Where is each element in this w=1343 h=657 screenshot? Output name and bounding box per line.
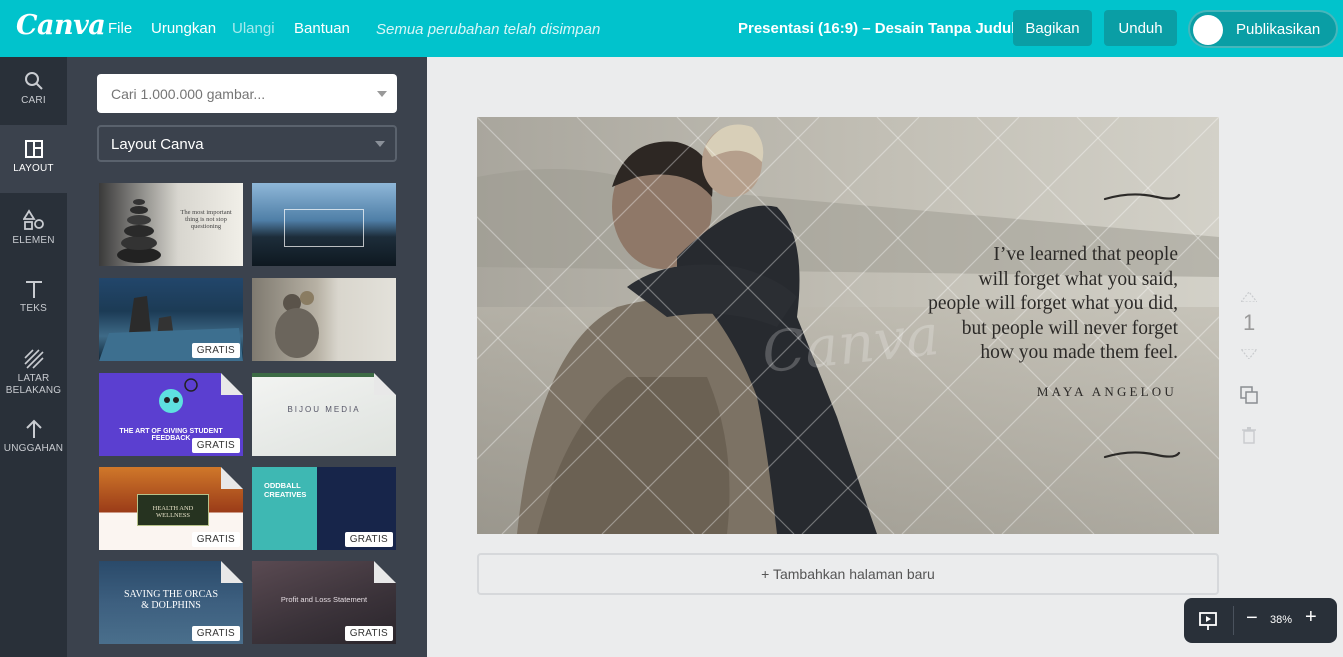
move-page-down-icon[interactable] xyxy=(1241,349,1257,359)
undo-button[interactable]: Urungkan xyxy=(151,20,216,37)
free-badge: GRATIS xyxy=(344,626,393,641)
layout-panel: Layout Canva The most important thing is… xyxy=(67,57,427,657)
layout-filter-select[interactable]: Layout Canva xyxy=(97,125,397,162)
thumbnail-caption: ODDBALL CREATIVES xyxy=(264,481,307,499)
thumbnail-caption: HEALTH AND WELLNESS xyxy=(152,505,194,519)
quote-line[interactable]: but people will never forget xyxy=(962,318,1178,340)
free-badge: GRATIS xyxy=(191,438,240,453)
move-page-up-icon[interactable] xyxy=(1241,292,1257,302)
menu-file[interactable]: File xyxy=(108,20,132,37)
page-curl xyxy=(221,561,243,583)
rail-text-label: TEKS xyxy=(20,303,47,314)
upload-icon xyxy=(25,419,42,438)
rail-layout[interactable]: LAYOUT xyxy=(0,125,67,193)
elements-icon xyxy=(22,209,44,230)
publish-button[interactable]: Publikasikan xyxy=(1188,10,1338,48)
quote-author[interactable]: MAYA ANGELOU xyxy=(1037,384,1177,400)
slide-canvas[interactable]: Canva I’ve learned that people will forg… xyxy=(477,117,1219,534)
layout-icon xyxy=(24,140,43,158)
rail-layout-label: LAYOUT xyxy=(13,163,54,174)
menu-help[interactable]: Bantuan xyxy=(294,20,350,37)
rail-background-label: LATAR BELAKANG xyxy=(5,373,62,396)
free-badge: GRATIS xyxy=(191,532,240,547)
background-icon xyxy=(23,349,44,369)
layout-thumbnail[interactable]: SAVING THE ORCAS & DOLPHINS GRATIS xyxy=(99,561,243,644)
zoom-out-button[interactable]: − xyxy=(1246,607,1258,630)
chevron-down-icon xyxy=(377,91,387,97)
layout-thumbnail[interactable]: GRATIS xyxy=(99,278,243,361)
image-search-input[interactable] xyxy=(97,74,397,113)
rail-background[interactable]: LATAR BELAKANG xyxy=(0,335,67,403)
thumbnail-caption: The most important thing is not stop que… xyxy=(180,209,232,230)
free-badge: GRATIS xyxy=(191,626,240,641)
page-curl xyxy=(221,467,243,489)
layout-thumbnail[interactable]: The most important thing is not stop que… xyxy=(99,183,243,266)
save-status: Semua perubahan telah disimpan xyxy=(376,21,601,38)
rail-search[interactable]: CARI xyxy=(0,57,67,125)
publish-toggle-knob xyxy=(1193,15,1223,45)
top-bar: Canva File Urungkan Ulangi Bantuan Semua… xyxy=(0,0,1343,57)
layout-thumbnail[interactable] xyxy=(252,183,396,266)
layout-thumbnail[interactable]: HEALTH AND WELLNESS GRATIS xyxy=(99,467,243,550)
free-badge: GRATIS xyxy=(344,532,393,547)
rail-text[interactable]: TEKS xyxy=(0,265,67,333)
page-curl xyxy=(221,373,243,395)
duplicate-page-icon[interactable] xyxy=(1240,386,1259,405)
publish-label: Publikasikan xyxy=(1236,21,1321,38)
layout-thumbnail[interactable]: BIJOU MEDIA xyxy=(252,373,396,456)
download-button[interactable]: Unduh xyxy=(1104,10,1177,46)
zoom-toolbar: − 38% + xyxy=(1184,598,1337,643)
quote-line[interactable]: how you made them feel. xyxy=(980,342,1178,364)
add-page-button[interactable]: + Tambahkan halaman baru xyxy=(477,553,1219,595)
free-badge: GRATIS xyxy=(191,343,240,358)
layout-filter-value: Layout Canva xyxy=(111,136,204,153)
rail-uploads-label: UNGGAHAN xyxy=(3,443,64,454)
zoom-in-button[interactable]: + xyxy=(1305,606,1317,629)
page-number: 1 xyxy=(1243,310,1256,335)
quote-line[interactable]: I’ve learned that people xyxy=(993,244,1178,266)
quote-line[interactable]: people will forget what you did, xyxy=(928,293,1178,315)
present-icon[interactable] xyxy=(1198,611,1218,631)
layout-thumbnail[interactable] xyxy=(252,278,396,361)
left-rail: CARI LAYOUT ELEMEN TEKS LATAR BELAKANG U… xyxy=(0,57,67,657)
search-icon xyxy=(24,72,43,90)
canva-logo[interactable]: Canva xyxy=(16,10,106,41)
rail-uploads[interactable]: UNGGAHAN xyxy=(0,405,67,473)
delete-page-icon[interactable] xyxy=(1242,427,1256,444)
share-button[interactable]: Bagikan xyxy=(1013,10,1092,46)
layout-thumbnail[interactable]: Profit and Loss Statement GRATIS xyxy=(252,561,396,644)
rail-search-label: CARI xyxy=(21,95,46,106)
thumbnail-frame xyxy=(284,209,364,247)
page-curl xyxy=(374,561,396,583)
toolbar-divider xyxy=(1233,606,1234,635)
family-image xyxy=(275,291,319,358)
quote-line[interactable]: will forget what you said, xyxy=(979,269,1179,291)
zoom-level[interactable]: 38% xyxy=(1270,614,1292,626)
document-title[interactable]: Presentasi (16:9) – Desain Tanpa Judul xyxy=(738,20,1015,37)
layout-thumbnail[interactable]: THE ART OF GIVING STUDENT FEEDBACK GRATI… xyxy=(99,373,243,456)
redo-button[interactable]: Ulangi xyxy=(232,20,275,37)
thumbnail-caption: Profit and Loss Statement xyxy=(280,595,368,604)
layout-thumbnail[interactable]: ODDBALL CREATIVES GRATIS xyxy=(252,467,396,550)
thumbnail-caption: SAVING THE ORCAS & DOLPHINS xyxy=(123,589,219,611)
text-icon xyxy=(25,281,42,298)
page-curl xyxy=(374,373,396,395)
chevron-down-icon xyxy=(375,141,385,147)
rail-elements-label: ELEMEN xyxy=(12,235,55,246)
thumbnail-caption: BIJOU MEDIA xyxy=(287,405,361,414)
rail-elements[interactable]: ELEMEN xyxy=(0,195,67,263)
